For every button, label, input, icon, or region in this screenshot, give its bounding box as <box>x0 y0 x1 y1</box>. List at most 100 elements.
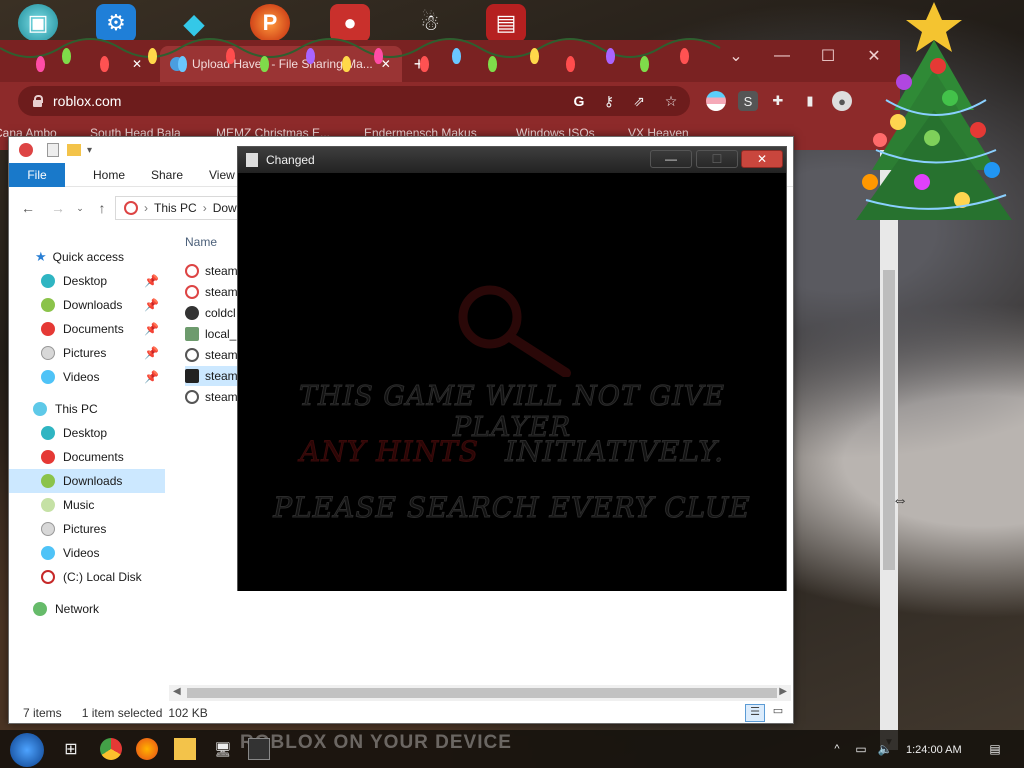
game-canvas[interactable]: THIS GAME WILL NOT GIVE PLAYER ANY HINTS… <box>238 173 786 591</box>
bookmark-star-icon[interactable]: ☆ <box>658 86 684 116</box>
tab-previous[interactable]: ✕ <box>0 46 150 82</box>
properties-icon[interactable] <box>47 143 59 157</box>
nav-pc-pictures[interactable]: Pictures <box>9 517 165 541</box>
new-tab-button[interactable]: + <box>404 46 434 82</box>
scroll-right-icon[interactable]: ▶ <box>779 686 787 697</box>
maximize-button[interactable]: ☐ <box>806 40 850 72</box>
column-header-name[interactable]: Name <box>185 235 217 249</box>
tab-share[interactable]: Share <box>137 163 197 187</box>
google-lens-icon[interactable]: G <box>566 86 592 116</box>
file-icon <box>185 390 199 404</box>
nav-qa-videos[interactable]: Videos 📌 <box>9 365 165 389</box>
recent-locations-icon[interactable]: ⌄ <box>69 197 91 219</box>
file-row[interactable]: steam <box>185 282 245 302</box>
pin-icon[interactable]: 📌 <box>144 274 159 288</box>
firefox-taskbar-icon[interactable] <box>136 738 158 760</box>
nav-pc-desktop[interactable]: Desktop <box>9 421 165 445</box>
file-row[interactable]: local_ <box>185 324 245 344</box>
nav-pc-downloads[interactable]: Downloads <box>9 469 165 493</box>
scroll-left-icon[interactable]: ◀ <box>173 686 181 697</box>
large-icons-view-icon[interactable]: ▭ <box>769 704 787 722</box>
address-bar[interactable]: roblox.com G ⚷ ⇗ ☆ <box>18 86 690 116</box>
app-icon[interactable]: ▣ <box>18 4 58 42</box>
task-view-icon[interactable]: ⊞ <box>60 738 82 760</box>
network-tray-icon[interactable]: ▭ <box>850 738 872 760</box>
start-button[interactable] <box>10 733 44 767</box>
up-arrow-icon[interactable]: ↑ <box>91 197 113 219</box>
nav-qa-pictures[interactable]: Pictures 📌 <box>9 341 165 365</box>
nav-quick-access[interactable]: ★ Quick access <box>9 245 165 269</box>
horizontal-scrollbar[interactable]: ◀ ▶ <box>169 685 791 701</box>
pin-icon[interactable]: 📌 <box>144 322 159 336</box>
this-pc-icon <box>33 402 47 416</box>
share-icon[interactable]: ⇗ <box>626 86 652 116</box>
lock-icon[interactable] <box>32 95 43 107</box>
nav-network[interactable]: Network <box>9 597 165 621</box>
new-folder-icon[interactable] <box>67 144 81 156</box>
game-title-bar: Changed — ☐ ✕ <box>238 147 786 173</box>
file-row[interactable]: steam <box>185 345 245 365</box>
scrollbar-thumb[interactable] <box>187 688 777 698</box>
extension-s-icon[interactable]: S <box>738 91 758 111</box>
downloads-icon <box>41 474 55 488</box>
extension-flag-icon[interactable] <box>706 91 726 111</box>
tab-home[interactable]: Home <box>79 163 139 187</box>
game-taskbar-icon[interactable] <box>248 738 270 760</box>
p-app-icon[interactable]: P <box>250 4 290 42</box>
volume-tray-icon[interactable]: 🔈 <box>874 738 896 760</box>
show-hidden-icons[interactable]: ^ <box>826 738 848 760</box>
gift-icon[interactable]: ▤ <box>486 4 526 42</box>
tab-file[interactable]: File <box>9 163 65 187</box>
nav-qa-downloads[interactable]: Downloads 📌 <box>9 293 165 317</box>
tab-upload-haven[interactable]: Upload Haven - File Sharing Ma... ✕ <box>160 46 402 82</box>
address-breadcrumb[interactable]: › This PC › Dow <box>115 196 255 220</box>
maximize-button[interactable]: ☐ <box>696 150 738 168</box>
notifications-icon[interactable]: ▤ <box>984 738 1006 760</box>
nav-this-pc[interactable]: This PC <box>9 397 165 421</box>
sidebar-icon[interactable]: ▮ <box>800 91 820 111</box>
nav-pc-documents[interactable]: Documents <box>9 445 165 469</box>
close-tab-icon[interactable]: ✕ <box>132 57 142 71</box>
santa-icon[interactable]: ☃ <box>410 4 450 42</box>
nav-pc-videos[interactable]: Videos <box>9 541 165 565</box>
details-view-icon[interactable]: ☰ <box>745 704 765 722</box>
scrollbar-thumb[interactable] <box>883 270 895 570</box>
chrome-taskbar-icon[interactable] <box>100 738 122 760</box>
forward-arrow-icon[interactable]: → <box>47 197 69 219</box>
page-scrollbar[interactable]: ▼ <box>880 150 898 750</box>
nav-pc-music[interactable]: Music <box>9 493 165 517</box>
quick-access-dropdown-icon[interactable]: ▾ <box>87 145 92 156</box>
file-explorer-taskbar-icon[interactable] <box>174 738 196 760</box>
breadcrumb-downloads[interactable]: Dow <box>213 201 237 215</box>
puzzle-extensions-icon[interactable]: ✚ <box>768 91 788 111</box>
nav-label: Documents <box>63 322 124 336</box>
file-row[interactable]: steam <box>185 387 245 407</box>
angry-bird-icon[interactable]: ● <box>330 4 370 42</box>
nav-label: Desktop <box>63 426 108 440</box>
nav-qa-documents[interactable]: Documents 📌 <box>9 317 165 341</box>
nav-pc-local-disk[interactable]: (C:) Local Disk <box>9 565 165 589</box>
game-window: Changed — ☐ ✕ THIS GAME WILL NOT GIVE PL… <box>237 146 787 591</box>
desktop-icon <box>41 274 55 288</box>
diamond-icon[interactable]: ◆ <box>174 4 214 42</box>
tab-search-icon[interactable]: ⌄ <box>714 40 758 72</box>
monitor-taskbar-icon[interactable]: 🖥 <box>212 738 234 760</box>
pc-icon <box>124 201 138 215</box>
settings-gear-icon[interactable]: ⚙ <box>96 4 136 42</box>
file-row-selected[interactable]: steam <box>185 366 245 386</box>
file-row[interactable]: coldcl <box>185 303 245 323</box>
pin-icon[interactable]: 📌 <box>144 346 159 360</box>
minimize-button[interactable]: — <box>650 150 692 168</box>
clock[interactable]: 1:24:00 AM <box>906 744 962 756</box>
close-tab-icon[interactable]: ✕ <box>381 57 391 71</box>
breadcrumb-this-pc[interactable]: This PC <box>154 201 197 215</box>
back-arrow-icon[interactable]: ← <box>17 197 39 219</box>
pin-icon[interactable]: 📌 <box>144 298 159 312</box>
file-row[interactable]: steam <box>185 261 245 281</box>
nav-qa-desktop[interactable]: Desktop 📌 <box>9 269 165 293</box>
close-button[interactable]: ✕ <box>741 150 783 168</box>
minimize-button[interactable]: — <box>760 40 804 72</box>
pin-icon[interactable]: 📌 <box>144 370 159 384</box>
key-icon[interactable]: ⚷ <box>596 86 622 116</box>
nav-label: Network <box>55 602 100 616</box>
